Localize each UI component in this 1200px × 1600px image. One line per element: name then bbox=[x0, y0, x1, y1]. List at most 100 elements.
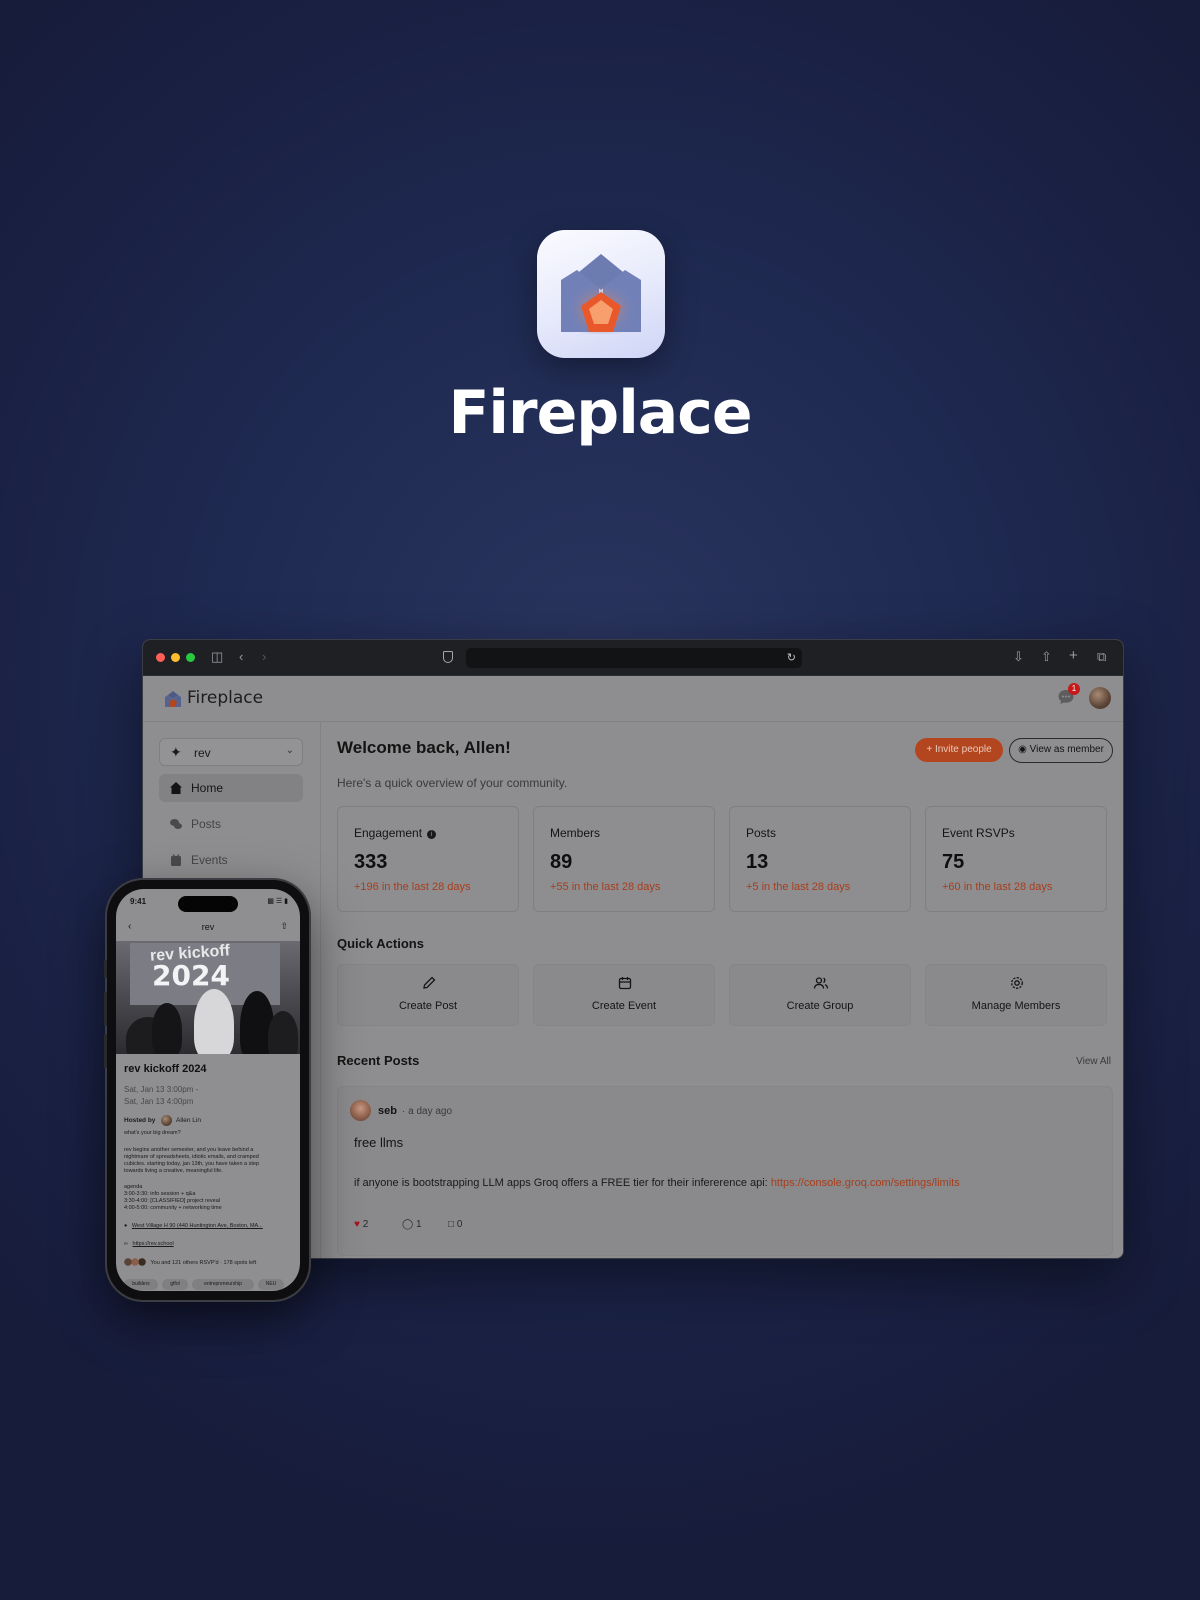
status-time: 9:41 bbox=[130, 897, 147, 906]
author-avatar[interactable] bbox=[350, 1100, 371, 1121]
share-icon[interactable]: ⇧ bbox=[1041, 649, 1052, 665]
like-button[interactable]: ♥ 2 bbox=[354, 1219, 368, 1230]
hosted-by-row: Hosted by Allen Lin bbox=[124, 1115, 201, 1126]
comment-button[interactable]: ◯ 1 bbox=[402, 1219, 422, 1230]
eye-icon: ◉ bbox=[1018, 744, 1027, 755]
view-all-link[interactable]: View All bbox=[1076, 1056, 1111, 1067]
location-pin-icon: ● bbox=[124, 1223, 128, 1229]
stat-title: Event RSVPs bbox=[942, 826, 1015, 840]
sparkle-icon: ✦ bbox=[170, 744, 182, 760]
dynamic-island bbox=[178, 896, 238, 912]
stat-title: Members bbox=[550, 826, 601, 840]
attendee-avatars bbox=[124, 1258, 146, 1266]
quick-action-label: Create Group bbox=[786, 1000, 854, 1012]
host-avatar[interactable] bbox=[161, 1115, 172, 1126]
bookmark-icon: □ bbox=[448, 1219, 455, 1230]
back-arrow-icon[interactable]: ‹ bbox=[239, 649, 243, 664]
event-description-line: rev begins another semester, and you lea… bbox=[124, 1147, 254, 1153]
event-title: rev kickoff 2024 bbox=[124, 1063, 207, 1075]
event-cover-photo: rev kickoff 2024 bbox=[116, 941, 300, 1054]
house-icon bbox=[170, 782, 182, 794]
user-avatar[interactable] bbox=[1089, 687, 1111, 709]
workspace-switcher[interactable]: ✦ rev ⌄ bbox=[159, 738, 303, 766]
fireplace-logo-icon bbox=[561, 254, 641, 334]
download-icon[interactable]: ⇩ bbox=[1013, 649, 1024, 665]
sidebar-item-home[interactable]: Home bbox=[159, 774, 303, 802]
forward-arrow-icon[interactable]: › bbox=[262, 649, 266, 664]
create-post-button[interactable]: Create Post bbox=[337, 964, 519, 1026]
sidebar-item-label: Events bbox=[191, 853, 228, 867]
event-description-line: agenda bbox=[124, 1184, 143, 1190]
host-name[interactable]: Allen Lin bbox=[176, 1117, 201, 1124]
photo-person bbox=[152, 1003, 182, 1054]
sidebar-toggle-icon[interactable]: ◫ bbox=[211, 649, 223, 665]
workspace-name: rev bbox=[194, 746, 211, 760]
event-tag[interactable]: gtfol bbox=[162, 1279, 188, 1290]
privacy-shield-icon[interactable] bbox=[443, 651, 453, 663]
fireplace-logo-icon[interactable] bbox=[163, 689, 183, 709]
post-card[interactable]: seb · a day ago free llms if anyone is b… bbox=[337, 1086, 1113, 1256]
event-date-end: Sat, Jan 13 4:00pm bbox=[124, 1097, 194, 1106]
comment-icon: ◯ bbox=[402, 1219, 414, 1230]
event-location[interactable]: West Village H 90 (440 Huntington Ave, B… bbox=[132, 1223, 263, 1229]
sidebar-item-posts[interactable]: Posts bbox=[159, 810, 303, 838]
app-logo bbox=[537, 230, 665, 358]
tab-overview-icon[interactable]: ⧉ bbox=[1097, 649, 1106, 665]
new-tab-icon[interactable]: + bbox=[1069, 647, 1078, 664]
stat-value: 89 bbox=[550, 851, 573, 873]
event-location-row[interactable]: ● West Village H 90 (440 Huntington Ave,… bbox=[124, 1223, 263, 1229]
recent-posts-title: Recent Posts bbox=[337, 1053, 420, 1068]
bookmark-button[interactable]: □ 0 bbox=[448, 1219, 462, 1230]
sidebar-item-label: Home bbox=[191, 781, 224, 795]
zoom-window-button[interactable] bbox=[186, 653, 195, 662]
event-website-row[interactable]: ∞ https://rev.school bbox=[124, 1241, 174, 1247]
event-description-line: towards living a creative, meaningful li… bbox=[124, 1168, 223, 1174]
invite-people-button[interactable]: + Invite people bbox=[915, 738, 1003, 762]
calendar-icon bbox=[618, 977, 632, 990]
view-as-member-label: View as member bbox=[1029, 744, 1104, 755]
event-website[interactable]: https://rev.school bbox=[133, 1241, 174, 1247]
quick-actions-title: Quick Actions bbox=[337, 936, 424, 951]
close-window-button[interactable] bbox=[156, 653, 165, 662]
minimize-window-button[interactable] bbox=[171, 653, 180, 662]
rsvp-summary: You and 121 others RSVP'd · 178 spots le… bbox=[150, 1260, 257, 1266]
event-tag[interactable]: entrepreneurship bbox=[192, 1279, 254, 1290]
phone-mockup: 9:41 ▩ ☰ ▮ ‹ rev ⇧ rev kickoff 2024 rev … bbox=[104, 880, 309, 1300]
stat-card-members: Members 89 +55 in the last 28 days bbox=[533, 806, 715, 912]
view-as-member-button[interactable]: ◉ View as member bbox=[1009, 738, 1113, 763]
event-description-line: nightmare of spreadsheets, idiotic email… bbox=[124, 1154, 259, 1160]
app-title: Fireplace bbox=[448, 378, 752, 448]
quick-action-label: Create Event bbox=[591, 1000, 657, 1012]
stat-value: 75 bbox=[942, 851, 965, 873]
post-author[interactable]: seb bbox=[378, 1105, 397, 1117]
post-link[interactable]: https://console.groq.com/settings/limits bbox=[771, 1177, 960, 1189]
invite-people-label: Invite people bbox=[934, 744, 992, 755]
stat-card-posts: Posts 13 +5 in the last 28 days bbox=[729, 806, 911, 912]
notification-badge: 1 bbox=[1068, 683, 1080, 695]
stat-delta: +5 in the last 28 days bbox=[746, 881, 851, 893]
manage-members-button[interactable]: Manage Members bbox=[925, 964, 1107, 1026]
create-event-button[interactable]: Create Event bbox=[533, 964, 715, 1026]
address-bar[interactable]: ↻ bbox=[466, 648, 802, 668]
event-description-line: 3:30-4:00: [CLASSIFIED] project reveal bbox=[124, 1198, 220, 1204]
brand-name[interactable]: Fireplace bbox=[187, 688, 263, 708]
reload-icon[interactable]: ↻ bbox=[787, 651, 796, 664]
stat-value: 333 bbox=[354, 851, 388, 873]
sidebar-item-events[interactable]: Events bbox=[159, 846, 303, 874]
create-group-button[interactable]: Create Group bbox=[729, 964, 911, 1026]
chevron-down-icon: ⌄ bbox=[285, 745, 294, 756]
event-tag[interactable]: NEU bbox=[258, 1279, 284, 1290]
heart-icon: ♥ bbox=[354, 1219, 360, 1230]
stat-card-engagement: Engagement i 333 +196 in the last 28 days bbox=[337, 806, 519, 912]
page-subtitle: Here's a quick overview of your communit… bbox=[337, 776, 568, 790]
phone-nav-title: rev bbox=[201, 922, 215, 932]
stat-card-event-rsvps: Event RSVPs 75 +60 in the last 28 days bbox=[925, 806, 1107, 912]
gear-icon bbox=[1011, 977, 1023, 989]
photo-person bbox=[194, 989, 234, 1054]
info-icon[interactable]: i bbox=[427, 830, 437, 839]
chat-bubbles-icon bbox=[170, 819, 182, 829]
photo-year: 2024 bbox=[152, 959, 230, 992]
event-description-line: what's your big dream? bbox=[124, 1130, 181, 1136]
event-tag[interactable]: builders bbox=[124, 1279, 158, 1290]
share-icon[interactable]: ⇧ bbox=[280, 921, 288, 932]
